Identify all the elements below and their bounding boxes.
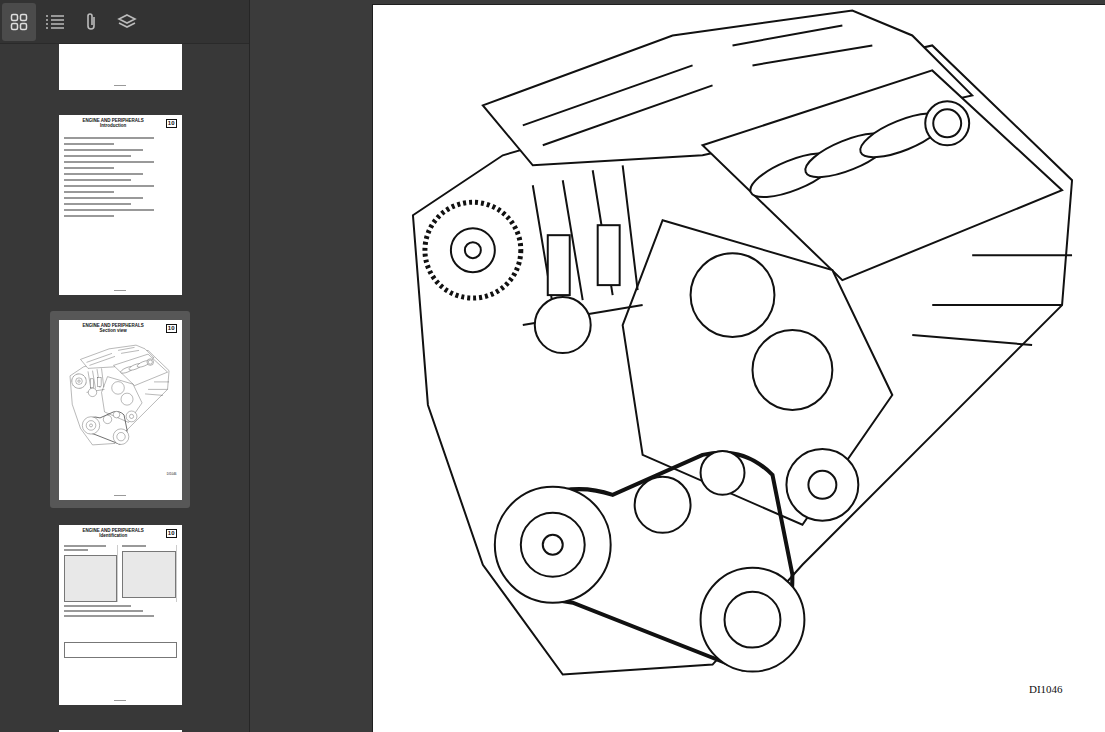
thumbnail-item[interactable] (50, 721, 190, 732)
layers-button[interactable] (110, 3, 144, 41)
pdf-viewer: ENGINE AND PERIPHERALSIntroduction10 ENGI… (0, 0, 1105, 732)
thumbnail-item[interactable]: ENGINE AND PERIPHERALSIntroduction10 (50, 106, 190, 303)
paperclip-icon (84, 12, 98, 32)
thumbnail-header: ENGINE AND PERIPHERALSIntroduction10 (64, 119, 177, 129)
engine-drawing (373, 5, 1105, 732)
document-page: DI1046 (372, 4, 1105, 732)
page-thumbnail: ENGINE AND PERIPHERALSIntroduction10 (59, 115, 182, 295)
thumbnail-header: ENGINE AND PERIPHERALSIdentification10 (64, 529, 177, 539)
page-thumbnail: ENGINE AND PERIPHERALSSection view10DI10… (59, 320, 182, 500)
sidebar-toolbar (0, 0, 249, 44)
page-thumbnail (59, 44, 182, 90)
list-icon (45, 13, 65, 31)
thumbnail-item[interactable]: ENGINE AND PERIPHERALSSection view10DI10… (50, 311, 190, 508)
page-thumbnail (59, 730, 182, 732)
thumbnails-button[interactable] (2, 3, 36, 41)
sidebar: ENGINE AND PERIPHERALSIntroduction10 ENGI… (0, 0, 250, 732)
figure-reference: DI1046 (1029, 683, 1063, 695)
attachments-button[interactable] (74, 3, 108, 41)
engine-drawing (64, 340, 174, 458)
thumbnail-item[interactable]: ENGINE AND PERIPHERALSIdentification10 (50, 516, 190, 713)
thumbnail-list: ENGINE AND PERIPHERALSIntroduction10 ENGI… (0, 44, 249, 732)
document-view: DI1046 (250, 0, 1105, 732)
layers-icon (117, 13, 137, 31)
grid-icon (10, 13, 28, 31)
page-thumbnail: ENGINE AND PERIPHERALSIdentification10 (59, 525, 182, 705)
thumbnail-item[interactable] (50, 44, 190, 98)
outline-button[interactable] (38, 3, 72, 41)
thumbnail-header: ENGINE AND PERIPHERALSSection view10 (64, 324, 177, 334)
